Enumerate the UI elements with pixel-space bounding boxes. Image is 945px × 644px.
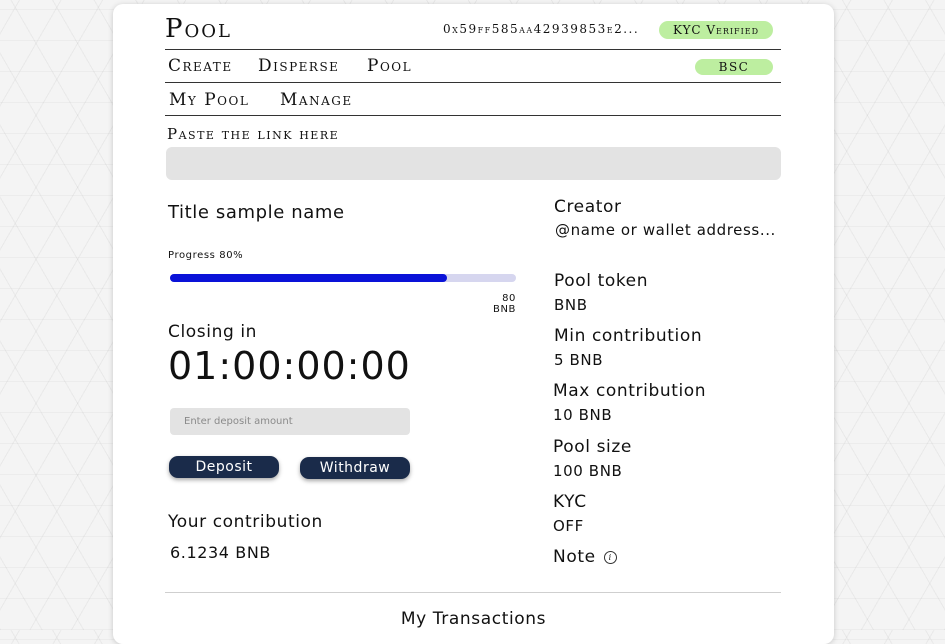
- pool-size-value: 100 BNB: [553, 462, 623, 480]
- subnav-divider: [165, 115, 781, 116]
- deposit-amount-input[interactable]: [170, 408, 410, 435]
- contribution-value: 6.1234 BNB: [170, 543, 271, 562]
- max-contribution-value: 10 BNB: [553, 406, 613, 424]
- withdraw-button[interactable]: Withdraw: [300, 457, 410, 479]
- wallet-address[interactable]: 0x59ff585aa42939853e2...: [443, 22, 639, 36]
- contribution-label: Your contribution: [168, 512, 323, 532]
- pool-card: Pool 0x59ff585aa42939853e2... KYC Verifi…: [113, 4, 834, 644]
- deposit-button[interactable]: Deposit: [169, 456, 279, 478]
- paste-link-label: Paste the link here: [167, 125, 340, 143]
- countdown-timer: 01:00:00:00: [168, 344, 411, 388]
- header-divider: [165, 49, 781, 50]
- app-logo: Pool: [165, 14, 232, 44]
- network-badge[interactable]: BSC: [695, 59, 773, 75]
- min-contribution-label: Min contribution: [554, 326, 703, 346]
- creator-value[interactable]: @name or wallet address...: [555, 221, 776, 239]
- transactions-divider: [165, 592, 781, 593]
- kyc-label: KYC: [553, 492, 587, 512]
- pool-token-value: BNB: [554, 296, 588, 314]
- progress-bar-fill: [170, 274, 447, 282]
- info-icon[interactable]: i: [603, 550, 617, 564]
- nav-disperse[interactable]: Disperse: [258, 56, 339, 76]
- nav-pool[interactable]: Pool: [367, 56, 412, 76]
- min-contribution-value: 5 BNB: [554, 351, 604, 369]
- subnav-my-pool[interactable]: My Pool: [169, 90, 249, 110]
- creator-label: Creator: [554, 197, 622, 217]
- subnav-manage[interactable]: Manage: [280, 90, 353, 110]
- pool-title: Title sample name: [168, 202, 345, 223]
- kyc-verified-badge: KYC Verified: [659, 21, 773, 39]
- pool-token-label: Pool token: [554, 271, 649, 291]
- progress-amount: 80 BNB: [492, 293, 516, 315]
- progress-bar: [170, 274, 516, 282]
- pool-size-label: Pool size: [553, 437, 632, 457]
- closing-label: Closing in: [168, 322, 258, 342]
- progress-label: Progress 80%: [168, 250, 244, 261]
- note-label: Note: [553, 547, 596, 567]
- paste-link-input[interactable]: [166, 147, 781, 180]
- nav-divider: [165, 82, 781, 83]
- max-contribution-label: Max contribution: [553, 381, 707, 401]
- nav-create[interactable]: Create: [168, 56, 233, 76]
- note-row: Note i: [553, 547, 617, 567]
- kyc-value: OFF: [553, 517, 584, 535]
- my-transactions-heading: My Transactions: [400, 609, 547, 629]
